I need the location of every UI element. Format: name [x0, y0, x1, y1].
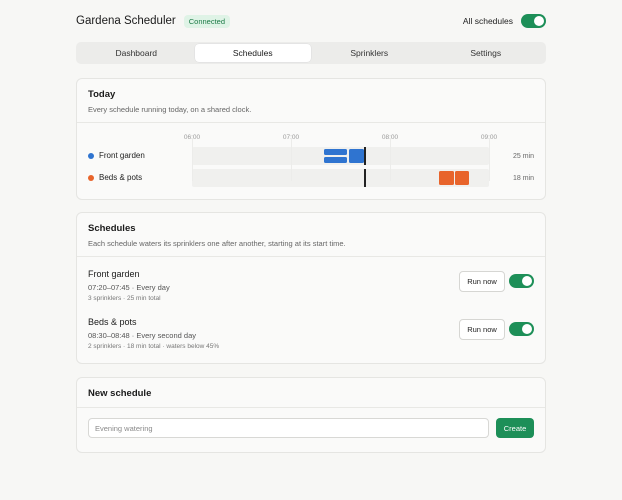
timeline-row-label: Beds & pots	[88, 173, 142, 182]
connection-status-badge: Connected	[183, 14, 231, 28]
all-schedules-label: All schedules	[462, 16, 513, 26]
today-subtitle: Every schedule running today, on a share…	[88, 105, 252, 114]
schedule-enabled-toggle[interactable]	[509, 322, 534, 336]
timeline-row-name: Beds & pots	[99, 173, 143, 182]
schedule-enabled-toggle[interactable]	[509, 274, 534, 288]
new-schedule-card-header: New schedule	[77, 378, 545, 407]
timeline-row-name: Front garden	[99, 151, 145, 160]
run-now-button[interactable]: Run now	[459, 319, 505, 340]
now-marker	[364, 147, 366, 165]
schedule-row-beds-pots: Beds & pots 08:30–08:48 · Every second d…	[77, 317, 545, 365]
timeline-segment	[455, 171, 469, 185]
tab-sprinklers[interactable]: Sprinklers	[311, 44, 428, 62]
schedules-subtitle: Each schedule waters its sprinklers one …	[88, 239, 346, 248]
timeline-segment	[439, 171, 454, 185]
gridline	[192, 138, 193, 181]
timeline-row-label: Front garden	[88, 151, 145, 160]
schedules-card-header: Schedules Each schedule waters its sprin…	[77, 213, 545, 256]
toggle-knob	[522, 324, 532, 334]
toggle-knob	[522, 276, 532, 286]
new-schedule-card: New schedule Create	[76, 377, 546, 453]
all-schedules-control: All schedules	[463, 14, 546, 28]
timeline-segment	[324, 157, 347, 163]
app-header: Gardena Scheduler Connected All schedule…	[76, 12, 546, 30]
run-now-button[interactable]: Run now	[459, 271, 505, 292]
today-card-header: Today Every schedule running today, on a…	[77, 79, 545, 122]
schedule-name: Front garden	[88, 269, 140, 279]
all-schedules-toggle[interactable]	[521, 14, 546, 28]
new-schedule-title: New schedule	[88, 388, 152, 399]
main-tabs: Dashboard Schedules Sprinklers Settings	[76, 42, 546, 64]
new-schedule-form: Create	[77, 408, 545, 438]
toggle-knob	[534, 16, 544, 26]
legend-dot	[88, 152, 94, 159]
today-card: Today Every schedule running today, on a…	[76, 78, 546, 200]
schedule-name-input[interactable]	[88, 418, 489, 438]
timeline-row-duration: 18 min	[512, 175, 534, 182]
today-timeline: 06:00 07:00 08:00 09:00 Front garden 25 …	[77, 123, 545, 198]
gridline	[291, 138, 292, 181]
timeline-segment	[349, 149, 364, 163]
schedule-time: 08:30–08:48 · Every second day	[88, 331, 196, 340]
schedule-row-front-garden: Front garden 07:20–07:45 · Every day 3 s…	[77, 269, 545, 317]
schedules-card: Schedules Each schedule waters its sprin…	[76, 212, 546, 364]
timeline-row-duration: 25 min	[512, 153, 534, 160]
now-marker	[364, 169, 366, 187]
create-button[interactable]: Create	[496, 418, 534, 438]
schedule-time: 07:20–07:45 · Every day	[88, 283, 170, 292]
divider	[77, 256, 545, 257]
tab-dashboard[interactable]: Dashboard	[78, 44, 195, 62]
today-title: Today	[88, 89, 116, 100]
gridline	[489, 138, 490, 181]
tab-schedules[interactable]: Schedules	[194, 44, 311, 62]
timeline-segment	[324, 149, 347, 155]
legend-dot	[88, 174, 94, 181]
schedule-meta: 3 sprinklers · 25 min total	[88, 295, 161, 302]
gridline	[390, 138, 391, 181]
schedule-meta: 2 sprinklers · 18 min total · waters bel…	[88, 343, 220, 350]
app-title: Gardena Scheduler	[76, 15, 176, 27]
tab-settings[interactable]: Settings	[428, 44, 545, 62]
schedules-title: Schedules	[88, 223, 136, 234]
schedule-name: Beds & pots	[88, 317, 137, 327]
